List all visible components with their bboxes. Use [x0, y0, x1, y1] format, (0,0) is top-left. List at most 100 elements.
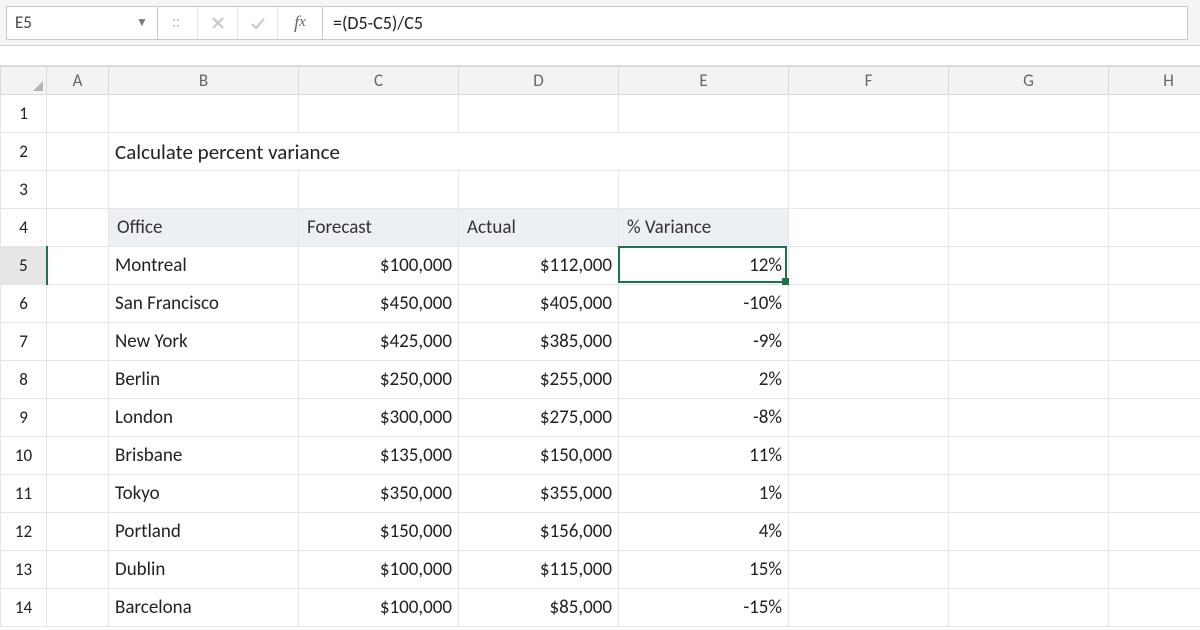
- cell-B1[interactable]: [109, 95, 299, 133]
- header-actual[interactable]: Actual: [459, 209, 619, 247]
- cell-E8[interactable]: 2%: [619, 361, 789, 399]
- cell-H12[interactable]: [1109, 513, 1200, 551]
- cell-B12[interactable]: Portland: [109, 513, 299, 551]
- col-header-G[interactable]: G: [949, 67, 1109, 95]
- cell-B7[interactable]: New York: [109, 323, 299, 361]
- chevron-down-icon[interactable]: ▼: [133, 15, 151, 30]
- cell-F3[interactable]: [789, 171, 949, 209]
- cell-A14[interactable]: [47, 589, 109, 627]
- separator-handle[interactable]: [158, 7, 198, 39]
- cell-H5[interactable]: [1109, 247, 1200, 285]
- row-header-6[interactable]: 6: [1, 285, 47, 323]
- cell-G9[interactable]: [949, 399, 1109, 437]
- cell-D10[interactable]: $150,000: [459, 437, 619, 475]
- cell-G7[interactable]: [949, 323, 1109, 361]
- cell-H9[interactable]: [1109, 399, 1200, 437]
- row-header-11[interactable]: 11: [1, 475, 47, 513]
- cell-G11[interactable]: [949, 475, 1109, 513]
- cell-F14[interactable]: [789, 589, 949, 627]
- name-box[interactable]: E5 ▼: [6, 6, 158, 40]
- cell-G13[interactable]: [949, 551, 1109, 589]
- cell-B13[interactable]: Dublin: [109, 551, 299, 589]
- cell-G14[interactable]: [949, 589, 1109, 627]
- col-header-D[interactable]: D: [459, 67, 619, 95]
- grid[interactable]: A B C D E F G H 1 2 Calculate percent va…: [0, 66, 1200, 627]
- cell-G6[interactable]: [949, 285, 1109, 323]
- cell-F11[interactable]: [789, 475, 949, 513]
- cell-G12[interactable]: [949, 513, 1109, 551]
- row-header-12[interactable]: 12: [1, 513, 47, 551]
- cell-A9[interactable]: [47, 399, 109, 437]
- cell-B5[interactable]: Montreal: [109, 247, 299, 285]
- cell-A1[interactable]: [47, 95, 109, 133]
- cell-E13[interactable]: 15%: [619, 551, 789, 589]
- insert-function-button[interactable]: fx: [278, 7, 322, 39]
- cell-H3[interactable]: [1109, 171, 1200, 209]
- formula-input[interactable]: =(D5-C5)/C5: [323, 6, 1188, 40]
- cell-B9[interactable]: London: [109, 399, 299, 437]
- cell-D5[interactable]: $112,000: [459, 247, 619, 285]
- cell-G2[interactable]: [949, 133, 1109, 171]
- cell-C12[interactable]: $150,000: [299, 513, 459, 551]
- row-header-4[interactable]: 4: [1, 209, 47, 247]
- cell-C7[interactable]: $425,000: [299, 323, 459, 361]
- cell-E11[interactable]: 1%: [619, 475, 789, 513]
- cell-C11[interactable]: $350,000: [299, 475, 459, 513]
- cell-G8[interactable]: [949, 361, 1109, 399]
- row-header-9[interactable]: 9: [1, 399, 47, 437]
- cell-H8[interactable]: [1109, 361, 1200, 399]
- cell-C13[interactable]: $100,000: [299, 551, 459, 589]
- cell-E5[interactable]: 12%: [619, 247, 789, 285]
- cell-E12[interactable]: 4%: [619, 513, 789, 551]
- col-header-A[interactable]: A: [47, 67, 109, 95]
- row-header-10[interactable]: 10: [1, 437, 47, 475]
- cell-E7[interactable]: -9%: [619, 323, 789, 361]
- cell-A11[interactable]: [47, 475, 109, 513]
- select-all-corner[interactable]: [1, 67, 47, 95]
- cell-A8[interactable]: [47, 361, 109, 399]
- col-header-E[interactable]: E: [619, 67, 789, 95]
- cell-F6[interactable]: [789, 285, 949, 323]
- col-header-H[interactable]: H: [1109, 67, 1200, 95]
- cell-D8[interactable]: $255,000: [459, 361, 619, 399]
- cancel-icon[interactable]: [198, 7, 238, 39]
- cell-H1[interactable]: [1109, 95, 1200, 133]
- cell-B3[interactable]: [109, 171, 299, 209]
- cell-H10[interactable]: [1109, 437, 1200, 475]
- cell-D6[interactable]: $405,000: [459, 285, 619, 323]
- cell-A6[interactable]: [47, 285, 109, 323]
- cell-E3[interactable]: [619, 171, 789, 209]
- cell-G1[interactable]: [949, 95, 1109, 133]
- cell-H14[interactable]: [1109, 589, 1200, 627]
- cell-F10[interactable]: [789, 437, 949, 475]
- cell-F8[interactable]: [789, 361, 949, 399]
- cell-H13[interactable]: [1109, 551, 1200, 589]
- cell-A10[interactable]: [47, 437, 109, 475]
- cell-G5[interactable]: [949, 247, 1109, 285]
- cell-H6[interactable]: [1109, 285, 1200, 323]
- row-header-14[interactable]: 14: [1, 589, 47, 627]
- cell-D13[interactable]: $115,000: [459, 551, 619, 589]
- cell-A4[interactable]: [47, 209, 109, 247]
- cell-B11[interactable]: Tokyo: [109, 475, 299, 513]
- cell-C10[interactable]: $135,000: [299, 437, 459, 475]
- cell-C8[interactable]: $250,000: [299, 361, 459, 399]
- cell-D14[interactable]: $85,000: [459, 589, 619, 627]
- cell-C1[interactable]: [299, 95, 459, 133]
- cell-D7[interactable]: $385,000: [459, 323, 619, 361]
- cell-F1[interactable]: [789, 95, 949, 133]
- row-header-3[interactable]: 3: [1, 171, 47, 209]
- cell-F12[interactable]: [789, 513, 949, 551]
- cell-C14[interactable]: $100,000: [299, 589, 459, 627]
- cell-E1[interactable]: [619, 95, 789, 133]
- cell-E9[interactable]: -8%: [619, 399, 789, 437]
- row-header-1[interactable]: 1: [1, 95, 47, 133]
- cell-G3[interactable]: [949, 171, 1109, 209]
- cell-F5[interactable]: [789, 247, 949, 285]
- col-header-B[interactable]: B: [109, 67, 299, 95]
- cell-C6[interactable]: $450,000: [299, 285, 459, 323]
- cell-A2[interactable]: [47, 133, 109, 171]
- row-header-2[interactable]: 2: [1, 133, 47, 171]
- header-variance[interactable]: % Variance: [619, 209, 789, 247]
- cell-F2[interactable]: [789, 133, 949, 171]
